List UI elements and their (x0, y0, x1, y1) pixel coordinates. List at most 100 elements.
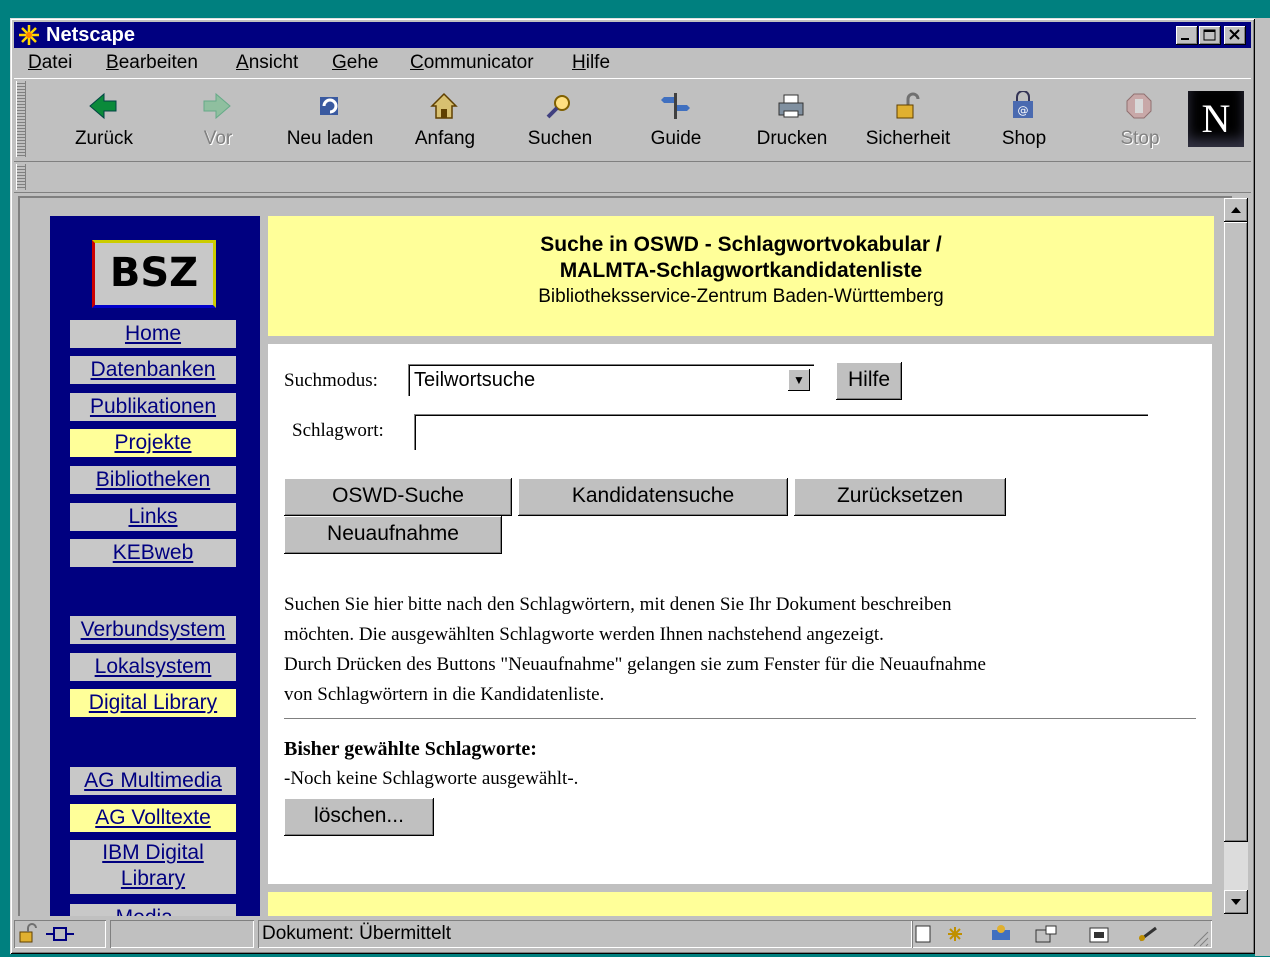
lock-icon (896, 92, 920, 119)
sidebar-item-ibm-digital-library[interactable]: IBM Digital Library (70, 840, 236, 894)
navigation-toolbar: Zurück Vor Neu laden Anfang Suchen Guide… (14, 78, 1251, 162)
home-icon (430, 92, 458, 119)
scroll-thumb[interactable] (1224, 222, 1248, 842)
instructions-line: Durch Drücken des Buttons "Neuaufnahme" … (284, 654, 986, 675)
keyword-input[interactable] (414, 414, 1148, 450)
menu-bar: Datei Bearbeiten Ansicht Gehe Communicat… (14, 50, 1251, 76)
menu-hilfe[interactable]: Hilfe (572, 50, 610, 76)
status-progress-area (110, 920, 254, 948)
arrow-down-icon (1231, 899, 1241, 905)
sidebar-navigation: BSZ Home Datenbanken Publikationen Proje… (50, 216, 260, 916)
title-bar[interactable]: Netscape (14, 22, 1251, 48)
browser-window: Netscape Datei Bearbeiten Ansicht Gehe C… (10, 18, 1255, 954)
guide-icon (661, 93, 690, 119)
security-label: Sicherheit (865, 128, 951, 149)
back-button[interactable]: Zurück (58, 83, 150, 155)
arrow-up-icon (1231, 207, 1241, 213)
instructions-line: möchten. Die ausgewählten Schlagworte we… (284, 624, 884, 645)
scroll-down-button[interactable] (1224, 890, 1248, 914)
forward-button[interactable]: Vor (172, 83, 264, 155)
location-toolbar-grip[interactable] (16, 164, 26, 190)
sidebar-item-ag-volltexte[interactable]: AG Volltexte (70, 804, 236, 832)
forward-label: Vor (203, 128, 233, 149)
print-button[interactable]: Drucken (746, 83, 838, 155)
svg-text:@: @ (1018, 104, 1029, 117)
print-label: Drucken (756, 128, 828, 149)
menu-gehe[interactable]: Gehe (332, 50, 378, 76)
sidebar-item-projekte[interactable]: Projekte (70, 429, 236, 457)
guide-label: Guide (650, 128, 702, 149)
home-button[interactable]: Anfang (399, 83, 491, 155)
maximize-button[interactable] (1199, 26, 1221, 45)
reload-icon (320, 97, 338, 115)
close-icon (1229, 29, 1240, 40)
menu-ansicht[interactable]: Ansicht (236, 50, 298, 76)
menu-datei[interactable]: Datei (28, 50, 72, 76)
oswd-search-button[interactable]: OSWD-Suche (284, 478, 512, 516)
sidebar-item-links[interactable]: Links (70, 503, 236, 531)
sidebar-item-ag-multimedia[interactable]: AG Multimedia (70, 767, 236, 795)
component-bar (912, 920, 1212, 948)
guide-button[interactable]: Guide (630, 83, 722, 155)
mode-label: Suchmodus: (284, 370, 378, 391)
minimize-button[interactable] (1176, 26, 1198, 45)
new-entry-button[interactable]: Neuaufnahme (284, 516, 502, 554)
lock-icon (19, 923, 74, 943)
chevron-down-icon[interactable]: ▼ (788, 369, 810, 391)
search-label: Suchen (527, 128, 593, 149)
status-security-area[interactable] (14, 920, 106, 948)
page-footer-banner (268, 892, 1212, 916)
scroll-up-button[interactable] (1224, 198, 1248, 222)
forward-arrow-icon (203, 92, 231, 120)
background-window-edge (1255, 18, 1270, 956)
instructions-line: Suchen Sie hier bitte nach den Schlagwör… (284, 594, 952, 615)
back-arrow-icon (89, 92, 117, 120)
page-header-banner: Suche in OSWD - Schlagwortvokabular / MA… (268, 216, 1214, 336)
sidebar-item-digital-library[interactable]: Digital Library (70, 689, 236, 717)
stop-button[interactable]: Stop (1094, 83, 1186, 155)
search-icon (546, 95, 570, 119)
candidate-search-button[interactable]: Kandidatensuche (518, 478, 788, 516)
shop-button[interactable]: @ Shop (978, 83, 1070, 155)
search-form-panel: Suchmodus: Teilwortsuche ▼ Hilfe Schlagw… (268, 344, 1212, 884)
maximize-icon (1203, 29, 1216, 41)
close-button[interactable] (1224, 26, 1246, 45)
minimize-icon (1181, 38, 1189, 40)
bsz-logo: BSZ (92, 240, 216, 308)
menu-bearbeiten[interactable]: Bearbeiten (106, 50, 198, 76)
page-subtitle: Bibliotheksservice-Zentrum Baden-Württem… (538, 286, 944, 307)
instructions-line: von Schlagwörtern in die Kandidatenliste… (284, 684, 605, 705)
sidebar-item-publikationen[interactable]: Publikationen (70, 393, 236, 421)
vertical-scrollbar[interactable] (1224, 198, 1248, 914)
shop-label: Shop (1001, 128, 1047, 149)
mode-select[interactable]: Teilwortsuche ▼ (408, 364, 814, 396)
security-button[interactable]: Sicherheit (862, 83, 954, 155)
back-label: Zurück (74, 128, 134, 149)
menu-communicator[interactable]: Communicator (410, 50, 534, 76)
delete-button[interactable]: löschen... (284, 798, 434, 836)
sidebar-item-lokalsystem[interactable]: Lokalsystem (70, 653, 236, 681)
print-icon (778, 94, 804, 118)
page-title-line1: Suche in OSWD - Schlagwortvokabular / (540, 233, 942, 256)
netscape-logo[interactable]: N (1188, 91, 1244, 147)
stop-icon (1126, 93, 1152, 119)
page-title-line2: MALMTA-Schlagwortkandidatenliste (559, 259, 923, 282)
sidebar-item-home[interactable]: Home (70, 320, 236, 348)
sidebar-item-media[interactable]: Media... (70, 904, 236, 916)
keyword-label: Schlagwort: (292, 420, 384, 441)
window-title: Netscape (46, 24, 135, 46)
help-button[interactable]: Hilfe (836, 362, 902, 400)
toolbar-grip[interactable] (16, 81, 26, 157)
status-text: Dokument: Übermittelt (258, 920, 912, 948)
reset-button[interactable]: Zurücksetzen (794, 478, 1006, 516)
sidebar-item-datenbanken[interactable]: Datenbanken (70, 356, 236, 384)
sidebar-item-verbundsystem[interactable]: Verbundsystem (70, 616, 236, 644)
search-button[interactable]: Suchen (514, 83, 606, 155)
page-viewport: BSZ Home Datenbanken Publikationen Proje… (18, 196, 1232, 916)
shop-icon: @ (1013, 91, 1033, 118)
sidebar-item-kebweb[interactable]: KEBweb (70, 539, 236, 567)
horizontal-rule (284, 718, 1196, 720)
home-label: Anfang (414, 128, 476, 149)
reload-button[interactable]: Neu laden (284, 83, 376, 155)
sidebar-item-bibliotheken[interactable]: Bibliotheken (70, 466, 236, 494)
